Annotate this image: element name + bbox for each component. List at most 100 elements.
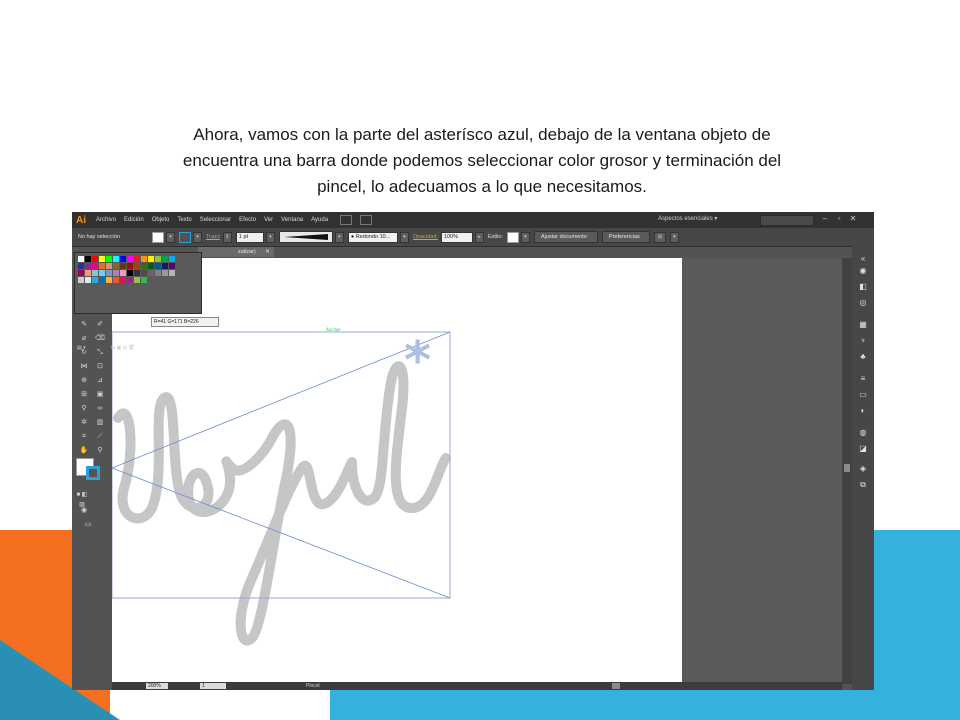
opacity-link[interactable]: Opacidad: bbox=[413, 234, 438, 240]
screen-mode-icon[interactable]: ▭ bbox=[82, 520, 94, 530]
pencil-tool-icon[interactable]: ✐ bbox=[94, 320, 106, 330]
symbol-sprayer-tool-icon[interactable]: ✲ bbox=[78, 418, 90, 428]
color-swatch[interactable] bbox=[141, 270, 147, 276]
color-swatch[interactable] bbox=[169, 263, 175, 269]
graphic-styles-icon[interactable]: ◪ bbox=[858, 444, 868, 454]
color-swatch[interactable] bbox=[113, 277, 119, 283]
profile-dropdown[interactable]: ▾ bbox=[334, 231, 344, 243]
transparency-panel-icon[interactable]: ◐ bbox=[858, 406, 868, 416]
slice-tool-icon[interactable]: ⟋ bbox=[94, 432, 106, 442]
color-panel-icon[interactable]: ◉ bbox=[858, 266, 868, 276]
swatch-options-icon[interactable]: ⊟ bbox=[111, 345, 115, 351]
color-swatch[interactable] bbox=[169, 256, 175, 262]
stroke-swatch[interactable] bbox=[179, 231, 191, 243]
brush-definition-field[interactable]: ● Redondo 10... bbox=[347, 231, 398, 243]
brushes-panel-icon[interactable]: ♆ bbox=[858, 336, 868, 346]
close-tab-icon[interactable]: ✕ bbox=[265, 249, 270, 255]
color-swatch[interactable] bbox=[113, 263, 119, 269]
artboard-number-field[interactable]: 1 bbox=[200, 683, 226, 689]
color-swatch[interactable] bbox=[148, 263, 154, 269]
color-swatch[interactable] bbox=[78, 256, 84, 262]
mesh-tool-icon[interactable]: ⊞ bbox=[78, 390, 90, 400]
maximize-button[interactable]: ▫ bbox=[834, 214, 844, 224]
opacity-field[interactable]: 100% bbox=[440, 231, 473, 243]
color-swatch[interactable] bbox=[120, 256, 126, 262]
eyedropper-tool-icon[interactable]: ⚲ bbox=[78, 404, 90, 414]
color-swatch[interactable] bbox=[78, 270, 84, 276]
menu-seleccionar[interactable]: Seleccionar bbox=[196, 217, 235, 223]
variable-width-profile[interactable] bbox=[278, 231, 333, 243]
color-swatch[interactable] bbox=[134, 277, 140, 283]
color-swatch[interactable] bbox=[148, 256, 154, 262]
document-tab[interactable]: zalizar) ✕ bbox=[198, 247, 274, 257]
appearance-panel-icon[interactable]: ◍ bbox=[858, 428, 868, 438]
color-mode-icon[interactable]: ■ ◧ ▨ bbox=[76, 490, 88, 508]
arrange-icon[interactable]: ⊞ bbox=[653, 231, 666, 243]
style-dropdown[interactable]: ▾ bbox=[520, 231, 530, 243]
vertical-scrollbar[interactable] bbox=[842, 258, 852, 684]
gradient-panel-icon[interactable]: ▭ bbox=[858, 390, 868, 400]
color-swatch[interactable] bbox=[155, 256, 161, 262]
color-swatch[interactable] bbox=[169, 270, 175, 276]
graphic-style-swatch[interactable] bbox=[506, 231, 519, 243]
color-swatch[interactable] bbox=[127, 263, 133, 269]
fill-dropdown[interactable]: ▾ bbox=[166, 231, 175, 243]
color-swatch[interactable] bbox=[148, 270, 154, 276]
bridge-button[interactable] bbox=[340, 215, 353, 225]
swatch-libraries-icon[interactable]: ▤ bbox=[77, 345, 82, 351]
color-swatch[interactable] bbox=[106, 256, 112, 262]
opacity-dropdown[interactable]: ▸ bbox=[474, 231, 484, 243]
color-swatch[interactable] bbox=[120, 277, 126, 283]
scrollbar-thumb[interactable] bbox=[844, 464, 850, 472]
menu-efecto[interactable]: Efecto bbox=[235, 217, 260, 223]
color-swatch[interactable] bbox=[85, 256, 91, 262]
color-swatch[interactable] bbox=[127, 256, 133, 262]
color-swatch[interactable] bbox=[120, 270, 126, 276]
color-swatch[interactable] bbox=[85, 263, 91, 269]
collapse-panels-icon[interactable]: « bbox=[858, 254, 868, 264]
delete-swatch-icon[interactable]: 🗑 bbox=[128, 345, 134, 351]
color-themes-icon[interactable]: ◎ bbox=[858, 298, 868, 308]
paintbrush-tool-icon[interactable]: ✎ bbox=[78, 320, 90, 330]
menu-texto[interactable]: Texto bbox=[173, 217, 195, 223]
color-swatch[interactable] bbox=[99, 270, 105, 276]
stroke-dropdown[interactable]: ▾ bbox=[193, 231, 202, 243]
menu-ver[interactable]: Ver bbox=[260, 217, 277, 223]
show-kinds-icon[interactable]: ▾ bbox=[83, 345, 86, 351]
more-options-dropdown[interactable]: ▾ bbox=[669, 231, 679, 243]
color-swatch[interactable] bbox=[99, 256, 105, 262]
stroke-color-box[interactable] bbox=[86, 466, 100, 480]
color-swatch[interactable] bbox=[113, 270, 119, 276]
color-swatch[interactable] bbox=[155, 270, 161, 276]
artboard-tool-icon[interactable]: ⌗ bbox=[78, 432, 90, 442]
free-transform-tool-icon[interactable]: ⊡ bbox=[94, 362, 106, 372]
draw-mode-icon[interactable]: ◉ bbox=[78, 506, 90, 516]
menu-edicion[interactable]: Edición bbox=[120, 217, 148, 223]
eraser-tool-icon[interactable]: ⌫ bbox=[94, 334, 106, 344]
color-swatch[interactable] bbox=[92, 270, 98, 276]
hand-tool-icon[interactable]: ✋ bbox=[78, 446, 90, 456]
fill-swatch[interactable] bbox=[152, 231, 164, 243]
color-swatch[interactable] bbox=[134, 270, 140, 276]
color-swatch[interactable] bbox=[127, 270, 133, 276]
color-swatch[interactable] bbox=[85, 277, 91, 283]
color-swatch[interactable] bbox=[106, 270, 112, 276]
width-tool-icon[interactable]: ⋈ bbox=[78, 362, 90, 372]
menu-ayuda[interactable]: Ayuda bbox=[307, 217, 332, 223]
color-swatch[interactable] bbox=[141, 263, 147, 269]
color-swatch[interactable] bbox=[106, 263, 112, 269]
menu-archivo[interactable]: Archivo bbox=[92, 217, 120, 223]
color-swatch[interactable] bbox=[85, 270, 91, 276]
color-swatch[interactable] bbox=[106, 277, 112, 283]
column-graph-tool-icon[interactable]: ▥ bbox=[94, 418, 106, 428]
menu-objeto[interactable]: Objeto bbox=[148, 217, 174, 223]
document-setup-button[interactable]: Ajustar documento bbox=[533, 231, 598, 243]
color-swatch[interactable] bbox=[141, 277, 147, 283]
layers-panel-icon[interactable]: ◈ bbox=[858, 464, 868, 474]
color-swatch[interactable] bbox=[127, 277, 133, 283]
color-swatch[interactable] bbox=[120, 263, 126, 269]
perspective-grid-tool-icon[interactable]: ⊿ bbox=[94, 376, 106, 386]
color-swatch[interactable] bbox=[92, 256, 98, 262]
stroke-link[interactable]: Trazo bbox=[206, 234, 220, 240]
blend-tool-icon[interactable]: ∞ bbox=[94, 404, 106, 414]
